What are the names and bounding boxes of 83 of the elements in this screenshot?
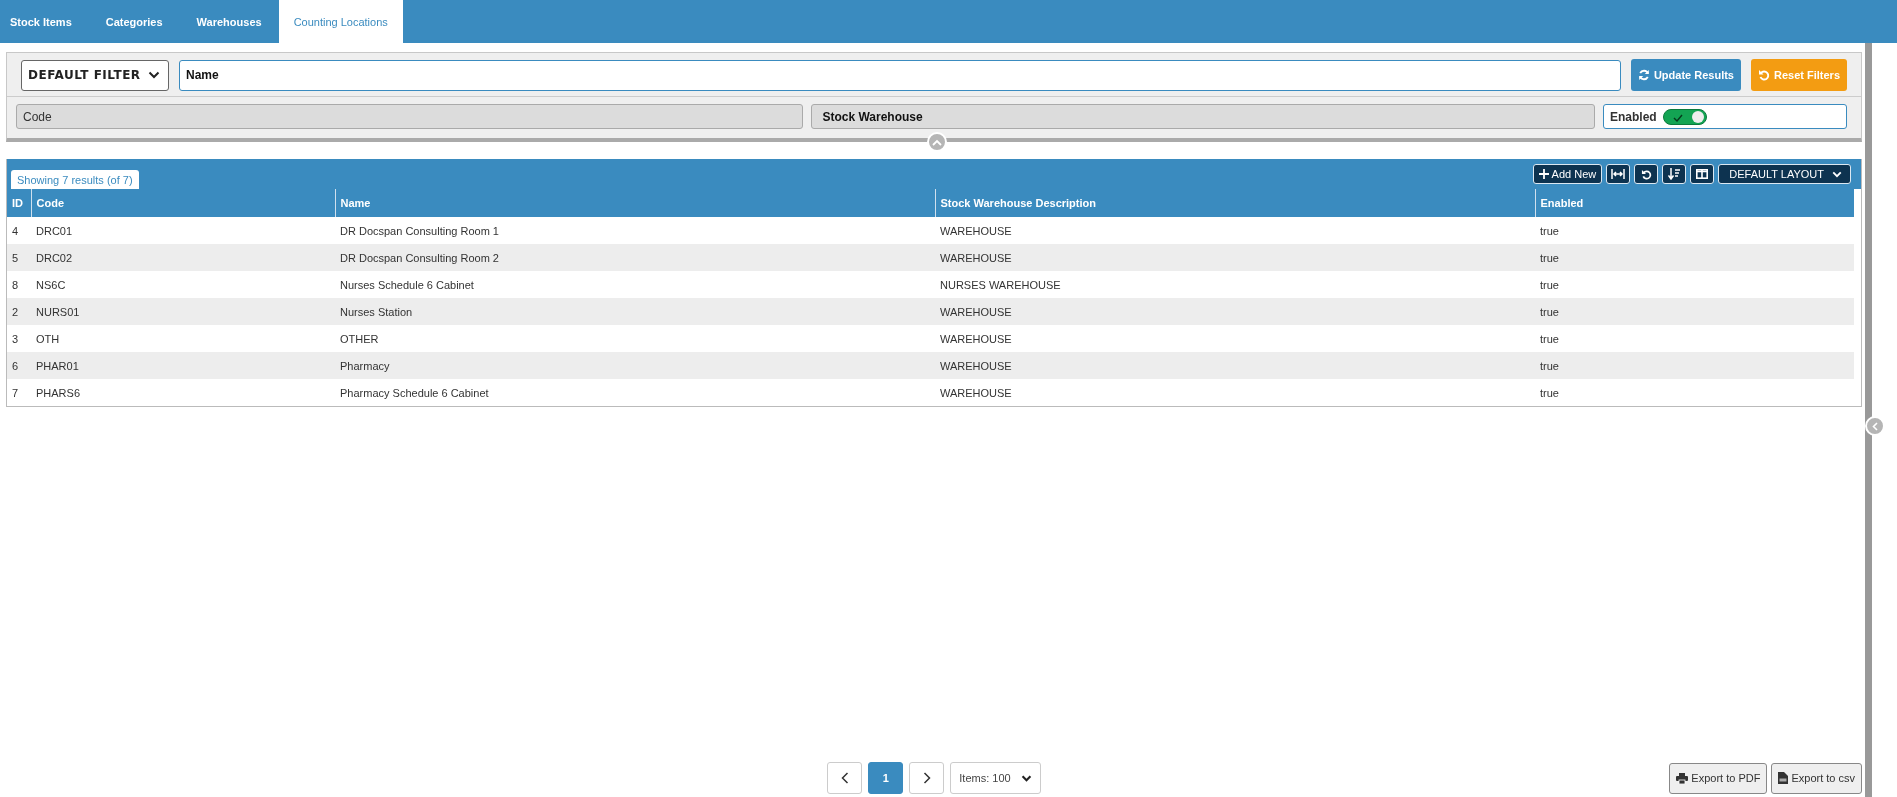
columns-icon — [1696, 169, 1709, 179]
table-cell: 7 — [7, 379, 31, 406]
chevron-right-icon — [922, 772, 931, 784]
table-cell: DRC01 — [31, 217, 335, 244]
table-cell: PHARS6 — [31, 379, 335, 406]
table-cell: true — [1535, 379, 1854, 406]
code-field[interactable]: Code — [16, 104, 804, 129]
table-cell: 3 — [7, 325, 31, 352]
table-cell: DR Docspan Consulting Room 1 — [335, 217, 935, 244]
table-cell: true — [1535, 217, 1854, 244]
page-size-dropdown[interactable]: Items: 100 — [950, 762, 1041, 794]
chevron-down-icon — [1832, 170, 1842, 178]
refresh-icon — [1637, 69, 1650, 81]
fit-columns-button[interactable] — [1606, 164, 1631, 184]
chevron-down-icon — [1020, 774, 1032, 782]
table-cell: WAREHOUSE — [935, 298, 1535, 325]
table-cell: PHAR01 — [31, 352, 335, 379]
sort-icon — [1668, 168, 1681, 180]
printer-icon — [1676, 772, 1689, 784]
table-cell: true — [1535, 244, 1854, 271]
enabled-label: Enabled — [1610, 109, 1657, 124]
table-cell: 6 — [7, 352, 31, 379]
table-cell: true — [1535, 298, 1854, 325]
chevron-down-icon — [148, 71, 160, 79]
reset-layout-button[interactable] — [1634, 164, 1659, 184]
table-cell: Nurses Station — [335, 298, 935, 325]
table-cell: 2 — [7, 298, 31, 325]
page-button[interactable]: 1 — [868, 762, 904, 794]
check-icon — [1672, 113, 1683, 122]
table-cell: NURS01 — [31, 298, 335, 325]
table-cell: WAREHOUSE — [935, 325, 1535, 352]
export-button[interactable]: Export to PDF — [1669, 762, 1768, 794]
table-cell: 4 — [7, 217, 31, 244]
table-cell: true — [1535, 271, 1854, 298]
tab[interactable]: Counting Locations — [278, 0, 403, 43]
table-cell: Nurses Schedule 6 Cabinet — [335, 271, 935, 298]
table-cell: OTH — [31, 325, 335, 352]
table-cell: NURSES WAREHOUSE — [935, 271, 1535, 298]
table-cell: true — [1535, 325, 1854, 352]
column-header[interactable]: Code — [31, 189, 335, 217]
results-summary: Showing 7 results (of 7) — [11, 170, 139, 189]
chevron-left-icon — [1872, 421, 1878, 431]
chevron-up-icon — [932, 138, 942, 146]
table-cell: WAREHOUSE — [935, 379, 1535, 406]
table-cell: WAREHOUSE — [935, 352, 1535, 379]
table-cell: NS6C — [31, 271, 335, 298]
column-header[interactable]: Name — [335, 189, 935, 217]
name-field[interactable]: Name — [179, 59, 1621, 91]
undo-icon — [1640, 168, 1652, 180]
column-header[interactable]: Stock Warehouse Description — [935, 189, 1535, 217]
sort-button[interactable] — [1662, 164, 1687, 184]
column-header[interactable]: Enabled — [1535, 189, 1854, 217]
toggle-switch[interactable] — [1662, 108, 1707, 125]
tab[interactable]: Warehouses — [179, 0, 279, 43]
layout-dropdown[interactable]: DEFAULT LAYOUT — [1718, 164, 1851, 184]
table-cell: WAREHOUSE — [935, 244, 1535, 271]
table-cell: OTHER — [335, 325, 935, 352]
chevron-left-icon — [840, 772, 849, 784]
table-cell: 8 — [7, 271, 31, 298]
file-icon — [1778, 772, 1789, 784]
table-cell: DR Docspan Consulting Room 2 — [335, 244, 935, 271]
scrollbar[interactable] — [1865, 43, 1872, 797]
export-button[interactable]: Export to csv — [1771, 762, 1862, 794]
table-cell: 5 — [7, 244, 31, 271]
filter-preset-dropdown[interactable]: DEFAULT FILTER — [21, 59, 169, 91]
fit-width-icon — [1611, 169, 1626, 179]
undo-icon — [1757, 69, 1770, 81]
stock-warehouse-field[interactable]: Stock Warehouse — [811, 104, 1595, 129]
columns-button[interactable] — [1690, 164, 1715, 184]
tab[interactable]: Stock Items — [0, 0, 89, 43]
table-cell: true — [1535, 352, 1854, 379]
filter-button[interactable]: Update Results — [1630, 59, 1741, 91]
enabled-filter[interactable]: Enabled — [1603, 104, 1847, 129]
column-header[interactable]: ID — [7, 189, 31, 217]
filter-button[interactable]: Reset Filters — [1750, 59, 1847, 91]
table-cell: WAREHOUSE — [935, 217, 1535, 244]
plus-icon — [1538, 169, 1549, 179]
table-cell: Pharmacy — [335, 352, 935, 379]
table-cell: DRC02 — [31, 244, 335, 271]
tab[interactable]: Categories — [88, 0, 180, 43]
table-cell: Pharmacy Schedule 6 Cabinet — [335, 379, 935, 406]
add-new-button[interactable]: Add New — [1532, 164, 1603, 184]
side-panel-handle[interactable] — [1865, 416, 1885, 436]
